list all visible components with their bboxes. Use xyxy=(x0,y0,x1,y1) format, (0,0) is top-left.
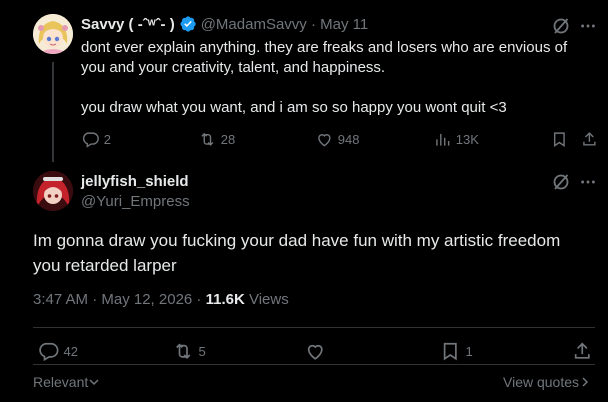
like-count: 948 xyxy=(337,131,360,147)
thread-connector-line xyxy=(52,62,54,162)
share-icon xyxy=(574,342,590,359)
tweet-body: dont ever explain anything. they are fre… xyxy=(81,38,586,118)
bookmark-button[interactable] xyxy=(550,130,569,149)
repost-button[interactable]: 5 xyxy=(172,340,206,363)
display-name[interactable]: jellyfish_shield xyxy=(81,173,189,190)
reply-count: 2 xyxy=(103,131,111,147)
display-name-text: jellyfish_shield xyxy=(81,173,189,190)
views-button[interactable]: 13K xyxy=(433,130,479,149)
jellyfish-avatar-illustration xyxy=(33,171,73,211)
grok-icon[interactable] xyxy=(551,172,571,192)
repost-count: 28 xyxy=(220,131,236,147)
reply-icon xyxy=(39,342,59,362)
repost-icon xyxy=(176,343,191,360)
timestamp[interactable]: 3:47 AM · May 12, 2026 · xyxy=(33,291,206,308)
tweet-text-paragraph-2: you draw what you want, and i am so so h… xyxy=(81,99,507,116)
analytics-icon xyxy=(436,133,450,146)
views-count: 13K xyxy=(455,131,479,147)
tweet-text-paragraph-1: dont ever explain anything. they are fre… xyxy=(81,39,568,76)
view-quotes-link[interactable]: View quotes xyxy=(503,374,591,390)
bookmark-icon xyxy=(553,132,565,147)
reply-count: 42 xyxy=(63,343,78,359)
sort-relevant-dropdown[interactable]: Relevant xyxy=(33,374,100,390)
verified-badge-icon xyxy=(179,15,197,33)
repost-icon xyxy=(201,132,214,146)
view-quotes-label: View quotes xyxy=(503,374,580,390)
avatar[interactable] xyxy=(33,14,73,54)
parent-tweet[interactable]: Savvy ( -ˆʷˆ- ) @MadamSavvy · May 11 don… xyxy=(0,0,608,162)
bookmark-icon xyxy=(443,342,457,361)
chevron-right-icon xyxy=(582,377,589,387)
divider xyxy=(33,327,595,328)
handle[interactable]: @Yuri_Empress xyxy=(81,193,190,210)
repost-button[interactable]: 28 xyxy=(198,130,235,149)
tweet-text: Im gonna draw you fucking your dad have … xyxy=(33,231,561,275)
savvy-avatar-illustration xyxy=(33,14,73,54)
bookmark-count: 1 xyxy=(465,343,473,359)
share-button[interactable] xyxy=(571,340,594,363)
tweet-header: Savvy ( -ˆʷˆ- ) @MadamSavvy · May 11 xyxy=(81,14,368,34)
tweet-metadata: 3:47 AM · May 12, 2026 · 11.6K Views xyxy=(33,291,289,308)
like-button[interactable] xyxy=(304,340,327,363)
more-options-icon[interactable] xyxy=(578,172,598,192)
bookmark-button[interactable]: 1 xyxy=(439,340,473,363)
views-count: 11.6K xyxy=(205,291,245,308)
more-options-icon[interactable] xyxy=(578,16,598,36)
display-name[interactable]: Savvy ( -ˆʷˆ- ) xyxy=(81,16,175,33)
heart-icon xyxy=(318,134,331,147)
avatar[interactable] xyxy=(33,171,73,211)
reply-button[interactable]: 2 xyxy=(81,130,111,149)
repost-count: 5 xyxy=(198,343,206,359)
divider xyxy=(33,364,595,365)
share-icon xyxy=(583,132,596,146)
like-button[interactable]: 948 xyxy=(315,130,359,149)
views-label: Views xyxy=(244,291,289,308)
chevron-down-icon xyxy=(89,379,99,386)
handle-and-date[interactable]: @MadamSavvy · May 11 xyxy=(201,16,369,33)
sort-label: Relevant xyxy=(33,374,89,390)
share-button[interactable] xyxy=(580,130,599,149)
reply-button[interactable]: 42 xyxy=(37,340,78,363)
reply-icon xyxy=(82,132,99,148)
grok-icon[interactable] xyxy=(551,16,571,36)
heart-icon xyxy=(307,344,323,360)
